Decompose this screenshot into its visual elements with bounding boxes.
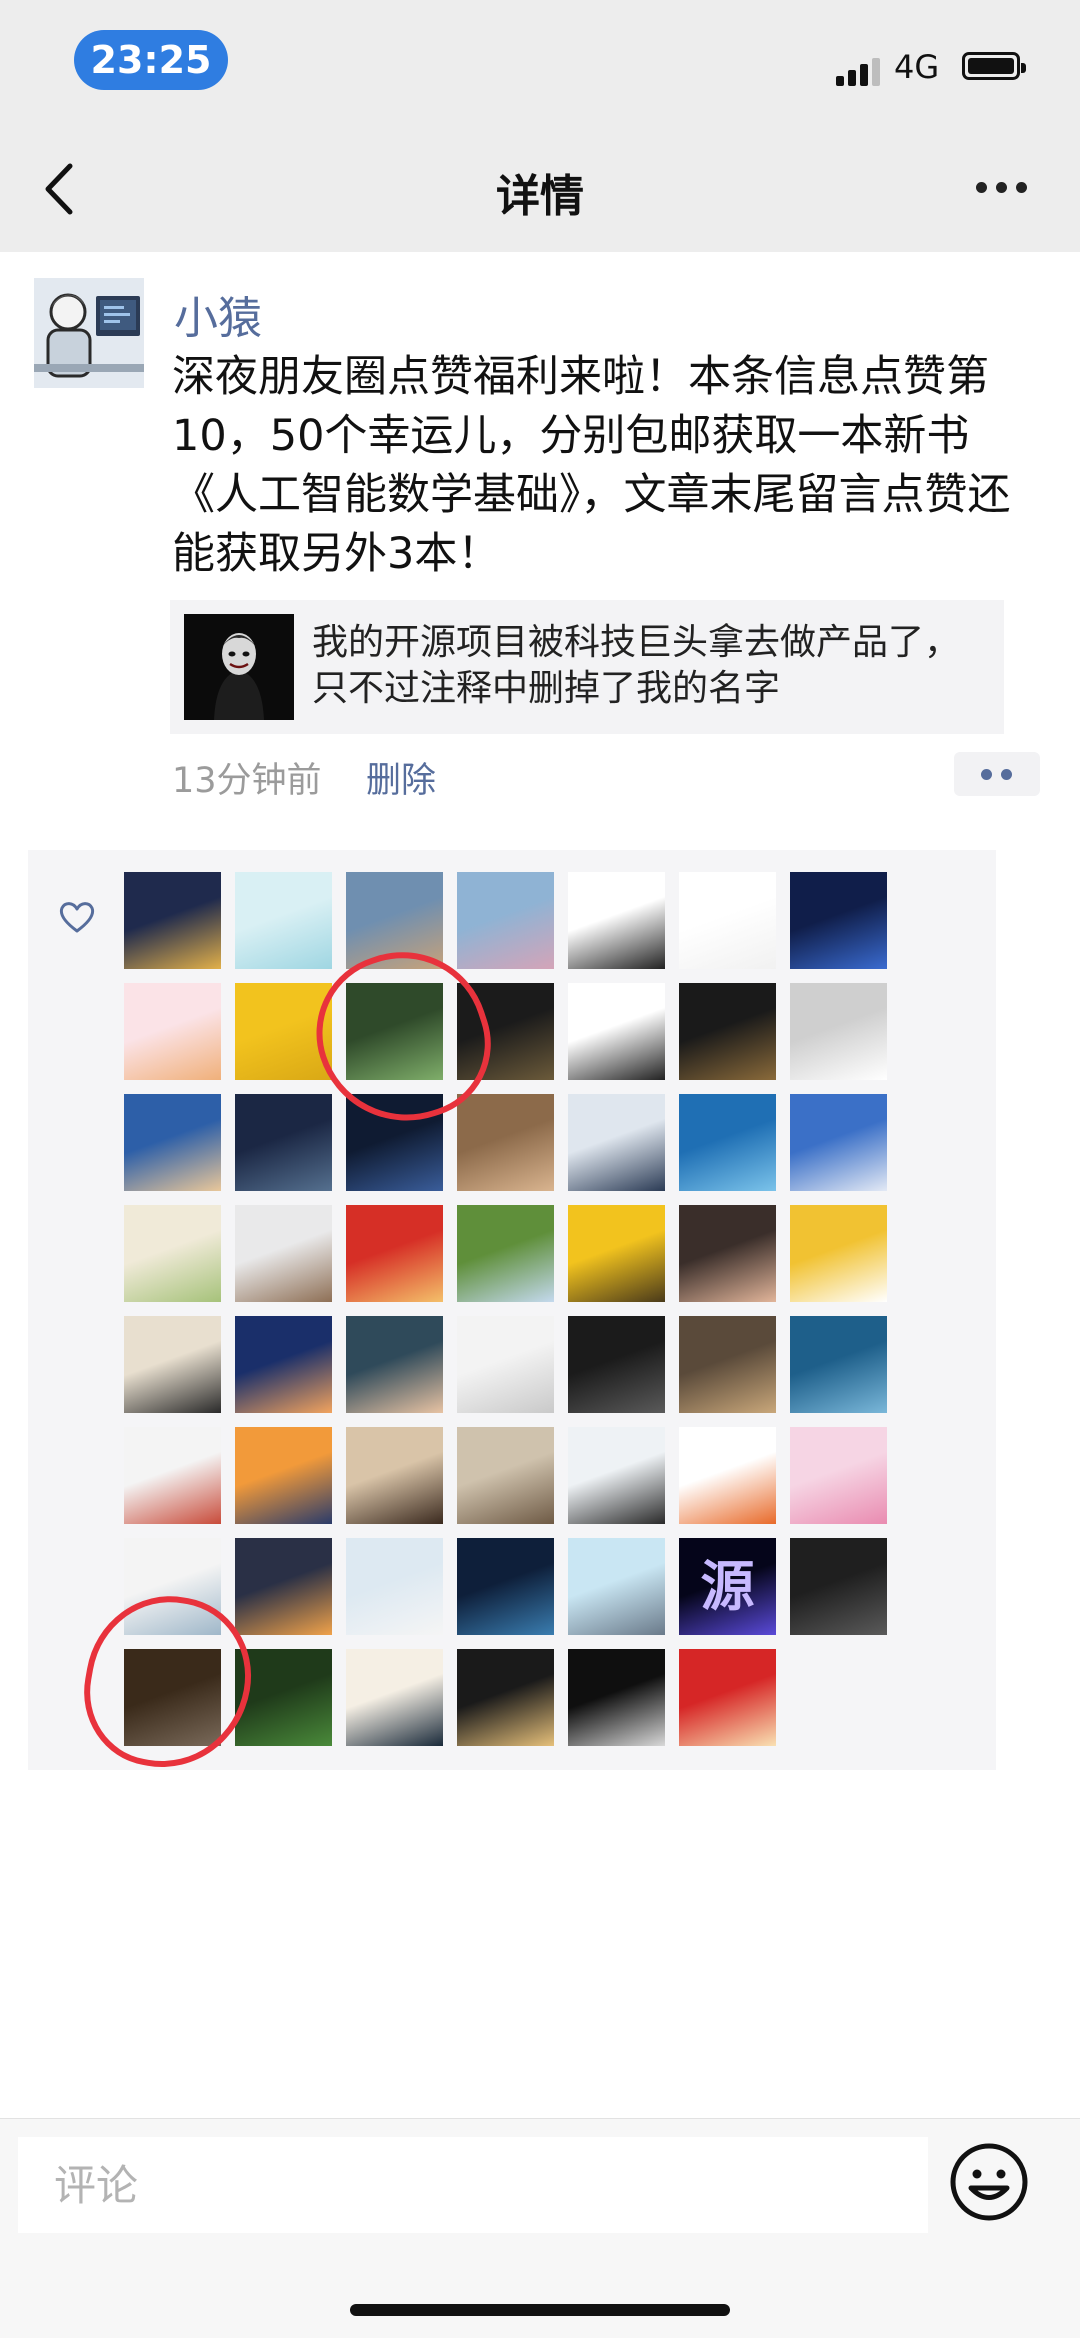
liker-avatar[interactable] — [679, 1094, 776, 1191]
liker-avatar[interactable] — [235, 1316, 332, 1413]
liker-avatar[interactable] — [235, 1205, 332, 1302]
liker-avatar[interactable] — [124, 1205, 221, 1302]
liker-avatar[interactable] — [568, 1538, 665, 1635]
liker-avatar[interactable] — [235, 1538, 332, 1635]
liker-avatar[interactable] — [790, 872, 887, 969]
liker-avatar[interactable] — [679, 872, 776, 969]
comment-input[interactable] — [18, 2137, 928, 2233]
shared-link-card[interactable]: 我的开源项目被科技巨头拿去做产品了，只不过注释中删掉了我的名字 — [170, 600, 1004, 734]
home-indicator — [350, 2304, 730, 2316]
liker-avatar[interactable] — [457, 872, 554, 969]
liker-avatar[interactable] — [457, 1205, 554, 1302]
top-bar: 23:25 4G 详情 — [0, 0, 1080, 252]
liker-avatar[interactable] — [235, 872, 332, 969]
post-action-button[interactable] — [954, 752, 1040, 796]
author-name[interactable]: 小猿 — [174, 282, 262, 346]
liker-avatar[interactable] — [124, 1316, 221, 1413]
liker-avatar[interactable] — [124, 983, 221, 1080]
liker-avatar[interactable] — [790, 1538, 887, 1635]
signal-strength-icon — [836, 56, 884, 86]
liker-avatar[interactable] — [790, 1427, 887, 1524]
liker-avatar[interactable] — [124, 1094, 221, 1191]
author-avatar[interactable] — [34, 278, 144, 388]
status-time: 23:25 — [74, 30, 228, 90]
liker-avatar[interactable] — [346, 1205, 443, 1302]
liker-avatar[interactable] — [346, 1316, 443, 1413]
liker-avatar[interactable] — [568, 872, 665, 969]
liker-avatar[interactable] — [790, 1316, 887, 1413]
liker-avatar[interactable] — [124, 1427, 221, 1524]
liker-avatar[interactable] — [457, 1094, 554, 1191]
liker-avatar[interactable] — [679, 1316, 776, 1413]
liker-avatar[interactable] — [346, 1649, 443, 1746]
liker-avatar[interactable] — [346, 1538, 443, 1635]
liker-avatar[interactable] — [457, 1538, 554, 1635]
liker-avatar[interactable] — [235, 1094, 332, 1191]
liker-avatar[interactable] — [568, 1427, 665, 1524]
heart-outline-icon — [59, 902, 95, 933]
liker-avatar[interactable] — [568, 1316, 665, 1413]
liker-avatar[interactable] — [457, 1649, 554, 1746]
liker-avatar[interactable] — [679, 983, 776, 1080]
liker-avatar[interactable] — [790, 983, 887, 1080]
battery-icon — [962, 52, 1026, 80]
liker-avatar[interactable] — [790, 1094, 887, 1191]
delete-link[interactable]: 删除 — [366, 752, 436, 803]
network-type: 4G — [894, 48, 940, 86]
link-title: 我的开源项目被科技巨头拿去做产品了，只不过注释中删掉了我的名字 — [312, 622, 961, 709]
liker-avatar[interactable] — [679, 1427, 776, 1524]
liker-avatar[interactable] — [457, 1316, 554, 1413]
post-content: 深夜朋友圈点赞福利来啦！本条信息点赞第10，50个幸运儿，分别包邮获取一本新书《… — [172, 352, 1011, 579]
liker-avatar[interactable] — [568, 1094, 665, 1191]
liker-avatar[interactable]: 源 — [679, 1538, 776, 1635]
more-horizontal-icon[interactable] — [976, 178, 1028, 198]
liker-avatar[interactable] — [568, 1649, 665, 1746]
liker-avatar[interactable] — [235, 1427, 332, 1524]
liker-avatar[interactable] — [679, 1205, 776, 1302]
liker-avatar[interactable] — [457, 1427, 554, 1524]
liker-avatar[interactable] — [568, 983, 665, 1080]
smiley-icon[interactable] — [948, 2141, 1030, 2223]
liker-avatar[interactable] — [568, 1205, 665, 1302]
liker-avatar[interactable] — [679, 1649, 776, 1746]
liker-avatar[interactable] — [346, 1427, 443, 1524]
page-title: 详情 — [496, 171, 584, 222]
liker-avatar[interactable] — [790, 1205, 887, 1302]
link-thumbnail — [184, 614, 294, 720]
post-timestamp: 13分钟前 — [172, 761, 322, 801]
liker-avatar[interactable] — [124, 872, 221, 969]
avatar-glyph: 源 — [700, 1555, 755, 1618]
